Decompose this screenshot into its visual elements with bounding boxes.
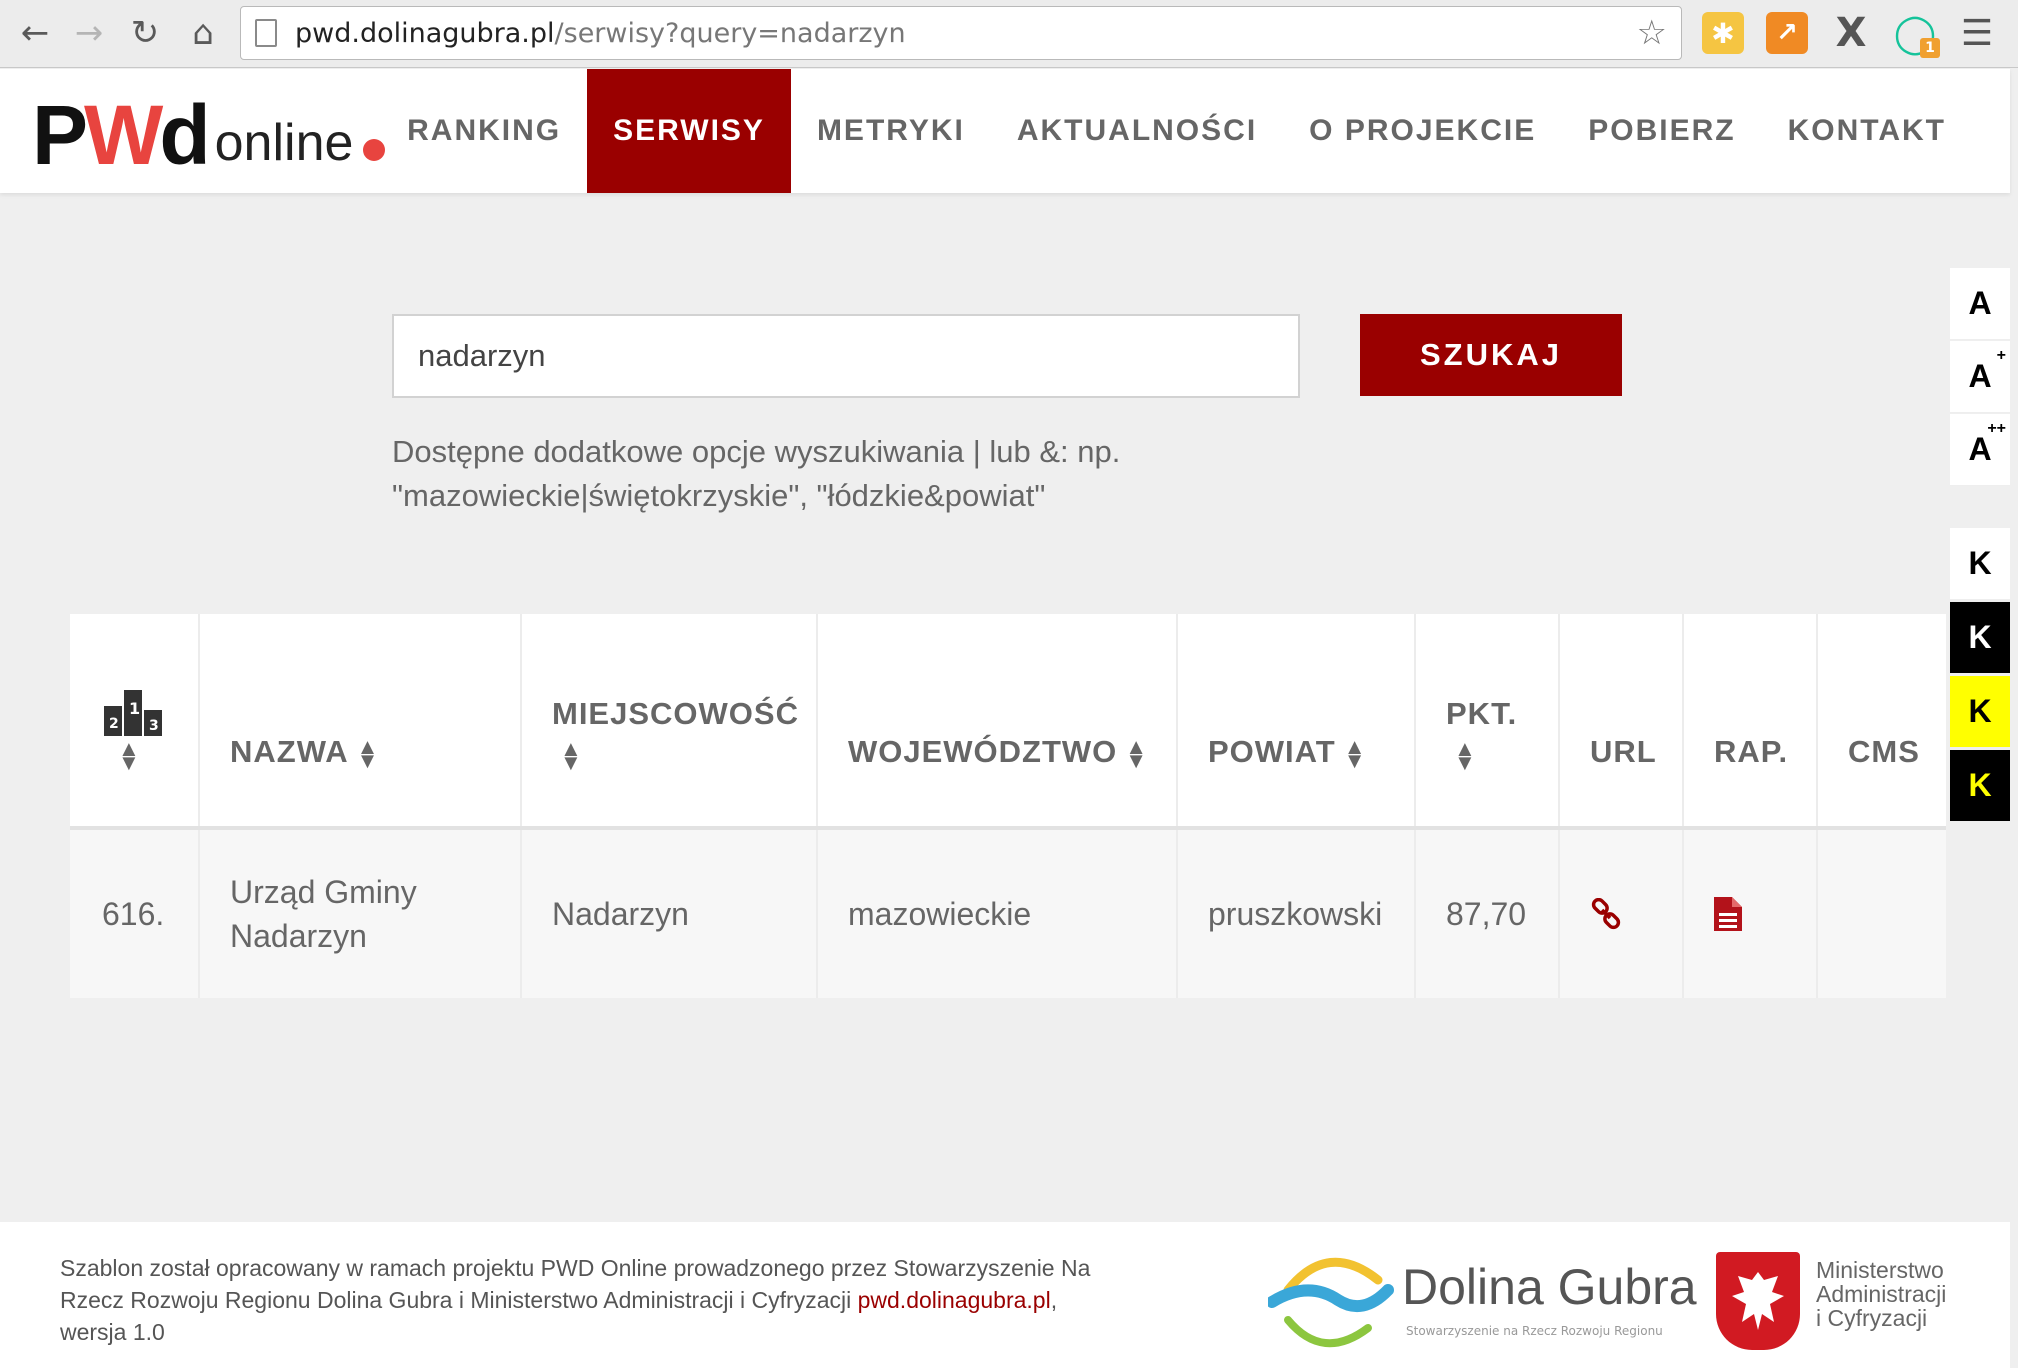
logo-mark: PWd <box>32 88 211 182</box>
back-icon[interactable]: ← <box>12 10 58 56</box>
svg-text:2: 2 <box>109 716 120 732</box>
site-header: PWd online RANKING SERWISY METRYKI AKTUA… <box>0 69 2010 193</box>
col-name[interactable]: NAZWA ▲ ▼ <box>200 614 522 826</box>
font-size-xlarge[interactable]: A ++ <box>1950 414 2010 486</box>
svg-text:1: 1 <box>129 699 141 718</box>
star-icon[interactable]: ☆ <box>1637 13 1667 53</box>
grammarly-icon[interactable]: ◯ 1 <box>1894 11 1940 58</box>
sort-icon[interactable]: ▲ ▼ <box>560 738 583 774</box>
results-table: 2 1 3 ▲ ▼ NAZWA ▲ ▼ MIEJSCOWOŚĆ ▲ ▼ WOJEWÓDZ… <box>70 614 1946 998</box>
col-rank[interactable]: 2 1 3 ▲ ▼ <box>70 614 200 826</box>
dolina-gubra-emblem <box>1266 1257 1394 1348</box>
address-bar[interactable]: pwd.dolinagubra.pl/serwisy?query=nadarzy… <box>240 6 1682 60</box>
contrast-black-white[interactable]: K <box>1950 602 2010 674</box>
contrast-yellow-black[interactable]: K <box>1950 676 2010 748</box>
col-city[interactable]: MIEJSCOWOŚĆ ▲ ▼ <box>522 614 818 826</box>
search-hint: Dostępne dodatkowe opcje wyszukiwania | … <box>392 434 1121 513</box>
col-voivodeship[interactable]: WOJEWÓDZTWO ▲ ▼ <box>818 614 1178 826</box>
nav-pobierz[interactable]: POBIERZ <box>1562 69 1761 193</box>
dolina-gubra-subtitle: Stowarzyszenie na Rzecz Rozwoju Regionu <box>1406 1324 1663 1338</box>
reload-icon[interactable]: ↻ <box>122 10 168 56</box>
sort-icon[interactable]: ▲ ▼ <box>1344 735 1367 771</box>
podium-icon: 2 1 3 <box>104 690 162 736</box>
footer: Szablon został opracowany w ramach proje… <box>0 1222 2010 1368</box>
row-url <box>1560 830 1684 998</box>
forward-icon[interactable]: → <box>66 10 112 56</box>
row-cms <box>1818 830 1946 998</box>
x-extension-icon[interactable]: X <box>1830 10 1872 56</box>
sort-icon[interactable]: ▲ ▼ <box>118 738 141 774</box>
chart-extension-icon[interactable]: ↗ <box>1766 12 1808 54</box>
col-url: URL <box>1560 614 1684 826</box>
extension-badge: 1 <box>1920 38 1940 58</box>
nav-serwisy[interactable]: SERWISY <box>587 69 791 193</box>
extension-icon[interactable]: ✱ <box>1702 12 1744 54</box>
menu-icon[interactable]: ☰ <box>1956 12 1998 54</box>
nav-ranking[interactable]: RANKING <box>381 69 587 193</box>
contrast-default[interactable]: K <box>1950 528 2010 600</box>
row-rank: 616. <box>70 830 200 998</box>
page-icon <box>255 19 277 47</box>
search-input[interactable] <box>392 314 1300 398</box>
logo-text: online <box>214 114 354 172</box>
dolina-gubra-name: Dolina Gubra <box>1402 1259 1697 1315</box>
dolina-gubra-logo[interactable]: Dolina Gubra Stowarzyszenie na Rzecz Roz… <box>1266 1250 1697 1354</box>
col-county[interactable]: POWIAT ▲ ▼ <box>1178 614 1416 826</box>
link-icon[interactable] <box>1590 898 1622 930</box>
address-url[interactable]: pwd.dolinagubra.pl/serwisy?query=nadarzy… <box>295 18 906 49</box>
document-icon[interactable] <box>1714 897 1742 931</box>
row-points: 87,70 <box>1416 830 1560 998</box>
main-nav: RANKING SERWISY METRYKI AKTUALNOŚCI O PR… <box>381 69 1972 193</box>
row-voivodeship: mazowieckie <box>818 830 1178 998</box>
nav-aktualnosci[interactable]: AKTUALNOŚCI <box>991 69 1283 193</box>
ministry-name: Ministerstwo Administracji i Cyfryzacji <box>1816 1257 1947 1331</box>
eagle-emblem-icon <box>1716 1252 1800 1350</box>
row-name: Urząd Gminy Nadarzyn <box>200 830 522 998</box>
contrast-black-yellow[interactable]: K <box>1950 750 2010 822</box>
font-size-large[interactable]: A + <box>1950 341 2010 413</box>
nav-o-projekcie[interactable]: O PROJEKCIE <box>1283 69 1562 193</box>
row-city: Nadarzyn <box>522 830 818 998</box>
nav-metryki[interactable]: METRYKI <box>791 69 991 193</box>
table-row: 616. Urząd Gminy Nadarzyn Nadarzyn mazowi… <box>70 830 1946 998</box>
sort-icon[interactable]: ▲ ▼ <box>1125 735 1148 771</box>
footer-link[interactable]: pwd.dolinagubra.pl <box>858 1287 1051 1313</box>
pwd-online-logo[interactable]: PWd online <box>32 88 386 182</box>
ministry-logo[interactable]: Ministerstwo Administracji i Cyfryzacji <box>1716 1252 2006 1352</box>
sort-icon[interactable]: ▲ ▼ <box>1454 738 1477 774</box>
sort-icon[interactable]: ▲ ▼ <box>357 735 380 771</box>
table-header: 2 1 3 ▲ ▼ NAZWA ▲ ▼ MIEJSCOWOŚĆ ▲ ▼ WOJEWÓDZ… <box>70 614 1946 830</box>
home-icon[interactable]: ⌂ <box>180 10 226 56</box>
nav-kontakt[interactable]: KONTAKT <box>1762 69 1972 193</box>
search-button[interactable]: SZUKAJ <box>1360 314 1622 396</box>
row-county: pruszkowski <box>1178 830 1416 998</box>
col-report: RAP. <box>1684 614 1818 826</box>
col-cms: CMS <box>1848 734 1920 769</box>
font-size-normal[interactable]: A <box>1950 268 2010 340</box>
col-points[interactable]: PKT. ▲ ▼ <box>1416 614 1560 826</box>
footer-text: Szablon został opracowany w ramach proje… <box>60 1255 1091 1345</box>
svg-text:3: 3 <box>149 718 160 734</box>
row-report <box>1684 830 1818 998</box>
browser-toolbar: ← → ↻ ⌂ pwd.dolinagubra.pl/serwisy?query… <box>0 0 2018 68</box>
